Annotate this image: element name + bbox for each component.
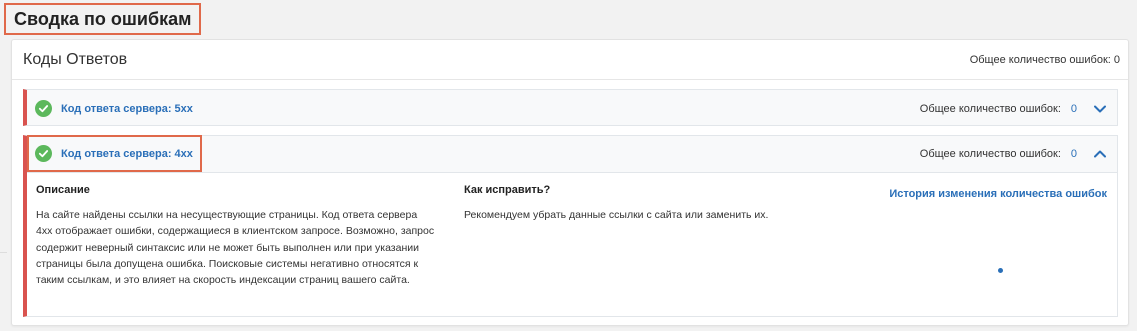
divider: [0, 252, 7, 253]
error-item-title-link[interactable]: Код ответа сервера: 4xx: [61, 148, 193, 160]
error-item-4xx[interactable]: Код ответа сервера: 4xx Общее количество…: [23, 135, 1118, 317]
panel-total-errors: Общее количество ошибок: 0: [970, 54, 1120, 66]
chevron-up-icon[interactable]: [1093, 147, 1107, 161]
fix-heading: Как исправить?: [464, 184, 551, 196]
error-item-title-group: Код ответа сервера: 5xx: [35, 100, 193, 117]
description-text: На сайте найдены ссылки на несуществующи…: [36, 209, 435, 287]
page-title: Сводка по ошибкам: [14, 8, 192, 29]
check-circle-icon: [35, 145, 52, 162]
error-count-value[interactable]: 0: [1071, 148, 1077, 160]
error-item-count: Общее количество ошибок: 0: [920, 147, 1107, 161]
history-column: История изменения количества ошибок: [889, 184, 1107, 202]
chevron-down-icon[interactable]: [1093, 102, 1107, 116]
chart-loading-dot: [998, 268, 1003, 273]
fix-text: Рекомендуем убрать данные ссылки с сайта…: [464, 209, 769, 221]
description-column: Описание На сайте найдены ссылки на несу…: [36, 184, 436, 288]
response-codes-panel: Коды Ответов Общее количество ошибок: 0 …: [11, 39, 1129, 326]
fix-column: Как исправить? Рекомендуем убрать данные…: [464, 184, 824, 223]
error-history-link[interactable]: История изменения количества ошибок: [889, 188, 1107, 200]
panel-total-label: Общее количество ошибок:: [969, 53, 1111, 66]
error-item-header[interactable]: Код ответа сервера: 5xx Общее количество…: [27, 90, 1117, 127]
panel-header: Коды Ответов Общее количество ошибок: 0: [12, 40, 1128, 80]
error-count-label: Общее количество ошибок:: [919, 102, 1061, 115]
error-item-title-group: Код ответа сервера: 4xx: [27, 135, 202, 172]
panel-title: Коды Ответов: [23, 50, 128, 68]
error-item-header[interactable]: Код ответа сервера: 4xx Общее количество…: [27, 135, 1117, 173]
panel-total-value: 0: [1113, 53, 1120, 66]
error-item-details: Описание На сайте найдены ссылки на несу…: [27, 173, 1117, 316]
description-heading: Описание: [36, 184, 90, 196]
check-circle-icon: [35, 100, 52, 117]
error-count-value[interactable]: 0: [1071, 103, 1077, 115]
page-title-box: Сводка по ошибкам: [4, 3, 202, 35]
error-count-label: Общее количество ошибок:: [919, 148, 1061, 160]
error-item-title-link[interactable]: Код ответа сервера: 5xx: [61, 103, 193, 115]
error-item-count: Общее количество ошибок: 0: [920, 102, 1107, 116]
error-item-5xx[interactable]: Код ответа сервера: 5xx Общее количество…: [23, 89, 1118, 126]
